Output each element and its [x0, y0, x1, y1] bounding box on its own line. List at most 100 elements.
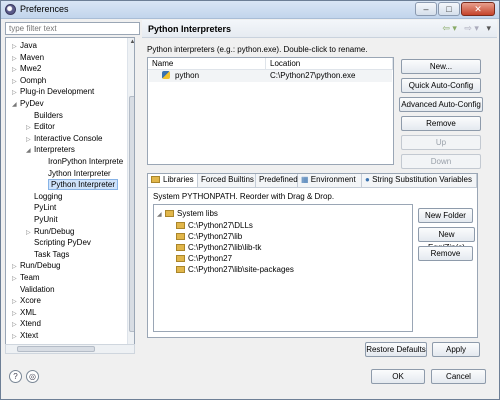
back-icon[interactable]: ⇦ ▾ — [442, 23, 457, 33]
tab-libraries[interactable]: Libraries — [148, 174, 198, 187]
tree-item-java[interactable]: ▷ Java — [12, 40, 37, 51]
interpreter-name: python — [175, 71, 200, 80]
expand-triangle-icon[interactable]: ▷ — [12, 88, 20, 99]
expand-triangle-icon[interactable]: ◢ — [157, 210, 165, 221]
maximize-button[interactable]: □ — [438, 2, 460, 16]
expand-triangle-icon[interactable]: ▷ — [12, 297, 20, 308]
tree-item-xml[interactable]: ▷ XML — [12, 307, 36, 318]
ok-button[interactable]: OK — [371, 369, 425, 384]
import-export-icon[interactable]: ◎ — [26, 370, 39, 383]
column-header-location[interactable]: Location — [266, 58, 393, 69]
lib-path-row[interactable]: C:\Python27\lib — [176, 231, 242, 242]
tree-item-team[interactable]: ▷ Team — [12, 272, 40, 283]
lib-path-row[interactable]: C:\Python27\lib\site-packages — [176, 264, 294, 275]
tree-item-plug-in-development[interactable]: ▷ Plug-in Development — [12, 86, 94, 97]
preferences-window: Preferences – □ ✕ ▷Xtext▷Xtend▷XML▷Xcore… — [0, 0, 500, 400]
cancel-button[interactable]: Cancel — [431, 369, 486, 384]
advanced-auto-config-button[interactable]: Advanced Auto-Config — [399, 97, 483, 112]
minimize-button[interactable]: – — [415, 2, 437, 16]
tab-predefined[interactable]: Predefined — [256, 174, 298, 187]
expand-triangle-icon[interactable]: ◢ — [12, 100, 20, 111]
tree-item-run-debug[interactable]: ▷ Run/Debug — [12, 260, 60, 271]
filter-input[interactable] — [5, 22, 140, 35]
expand-triangle-icon[interactable]: ▷ — [12, 320, 20, 331]
tree-item-pyunit[interactable]: PyUnit — [26, 214, 58, 225]
tree-item-xtend[interactable]: ▷ Xtend — [12, 318, 41, 329]
tree-item-validation[interactable]: Validation — [12, 284, 55, 295]
close-button[interactable]: ✕ — [461, 2, 495, 16]
variables-icon: ● — [365, 175, 373, 184]
expand-triangle-icon[interactable]: ▷ — [12, 77, 20, 88]
new-button[interactable]: New... — [401, 59, 481, 74]
tree-item-xtext[interactable]: ▷ Xtext — [12, 330, 38, 341]
tree-item-logging[interactable]: Logging — [26, 191, 62, 202]
tree-item-interactive-console[interactable]: ▷ Interactive Console — [26, 133, 102, 144]
lib-path-row[interactable]: C:\Python27 — [176, 253, 232, 264]
remove-lib-button[interactable]: Remove — [418, 246, 473, 261]
column-header-name[interactable]: Name — [148, 58, 266, 69]
tree-horizontal-scrollbar[interactable] — [5, 344, 135, 354]
tree-item-ironpython-interprete[interactable]: IronPython Interprete — [40, 156, 123, 167]
tree-item-xcore[interactable]: ▷ Xcore — [12, 295, 41, 306]
quick-auto-config-button[interactable]: Quick Auto-Config — [401, 78, 481, 93]
system-libs-tree[interactable]: ◢ System libs C:\Python27\DLLs C:\Python2… — [153, 204, 413, 332]
tree-item-label: Run/Debug — [34, 226, 75, 236]
expand-triangle-icon[interactable]: ▷ — [12, 332, 20, 343]
new-folder-button[interactable]: New Folder — [418, 208, 473, 223]
libraries-icon — [151, 176, 160, 183]
tree-item-builders[interactable]: Builders — [26, 110, 63, 121]
expand-triangle-icon[interactable]: ▷ — [12, 309, 20, 320]
tree-item-pydev[interactable]: ◢ PyDev — [12, 98, 44, 109]
view-menu-icon[interactable]: ▾ — [486, 23, 491, 33]
tree-item-task-tags[interactable]: Task Tags — [26, 249, 69, 260]
tree-item-label: Task Tags — [34, 249, 70, 259]
apply-button[interactable]: Apply — [432, 342, 480, 357]
tree-item-label: Team — [20, 273, 40, 282]
tab-environment[interactable]: ▦ Environment — [298, 174, 362, 187]
tree-item-run-debug[interactable]: ▷ Run/Debug — [26, 226, 74, 237]
tree-item-maven[interactable]: ▷ Maven — [12, 52, 44, 63]
expand-triangle-icon[interactable]: ◢ — [26, 146, 34, 157]
restore-defaults-button[interactable]: Restore Defaults — [365, 342, 427, 357]
tree-item-mwe2[interactable]: ▷ Mwe2 — [12, 63, 41, 74]
tree-vertical-scrollbar[interactable]: ▲ ▼ — [127, 38, 134, 353]
window-title: Preferences — [20, 4, 69, 14]
tree-item-label: Validation — [20, 284, 55, 294]
expand-triangle-icon[interactable]: ▷ — [26, 135, 34, 146]
expand-triangle-icon[interactable]: ▷ — [26, 123, 34, 134]
tree-item-pylint[interactable]: PyLint — [26, 202, 56, 213]
system-libs-node[interactable]: ◢ System libs — [157, 208, 218, 219]
tree-item-label: XML — [20, 307, 37, 317]
preference-tree[interactable]: ▷ Xtext ▷ Xtend ▷ XML ▷ Xcore Validation ▷ Team ▷ Ru… — [5, 37, 135, 354]
lib-path-row[interactable]: C:\Python27\DLLs — [176, 220, 253, 231]
expand-triangle-icon[interactable]: ▷ — [12, 262, 20, 273]
tree-item-editor[interactable]: ▷ Editor — [26, 121, 55, 132]
expand-triangle-icon[interactable]: ▷ — [12, 42, 20, 53]
expand-triangle-icon[interactable]: ▷ — [12, 54, 20, 65]
down-button[interactable]: Down — [401, 154, 481, 169]
title-bar[interactable]: Preferences – □ ✕ — [1, 1, 499, 19]
help-icon[interactable]: ? — [9, 370, 22, 383]
tree-item-oomph[interactable]: ▷ Oomph — [12, 75, 46, 86]
lib-path-row[interactable]: C:\Python27\lib\lib-tk — [176, 242, 261, 253]
pythonpath-label: System PYTHONPATH. Reorder with Drag & D… — [153, 192, 335, 201]
tree-item-label: Interpreters — [34, 145, 75, 155]
tab-forced-builtins[interactable]: Forced Builtins — [198, 174, 256, 187]
tree-item-scripting-pydev[interactable]: Scripting PyDev — [26, 237, 91, 248]
scroll-up-arrow-icon[interactable]: ▲ — [129, 39, 134, 46]
tree-item-python-interpreter[interactable]: Python Interpreter — [40, 179, 119, 191]
expand-triangle-icon[interactable]: ▷ — [26, 228, 34, 239]
folder-icon — [176, 244, 185, 251]
tab-string-substitution[interactable]: ● String Substitution Variables — [362, 174, 477, 187]
expand-triangle-icon[interactable]: ▷ — [12, 65, 20, 76]
interpreters-table[interactable]: Name Location python C:\Python27\python.… — [147, 57, 394, 165]
tree-item-interpreters[interactable]: ◢ Interpreters — [26, 144, 75, 155]
new-egg-zip-button[interactable]: New Egg/Zip(s) — [418, 227, 475, 252]
tree-item-jython-interpreter[interactable]: Jython Interpreter — [40, 168, 111, 179]
up-button[interactable]: Up — [401, 135, 481, 150]
forward-icon[interactable]: ⇨ ▾ — [464, 23, 479, 33]
hscroll-thumb[interactable] — [17, 346, 95, 352]
remove-interpreter-button[interactable]: Remove — [401, 116, 481, 131]
expand-triangle-icon[interactable]: ▷ — [12, 274, 20, 285]
scroll-thumb[interactable] — [129, 96, 134, 332]
